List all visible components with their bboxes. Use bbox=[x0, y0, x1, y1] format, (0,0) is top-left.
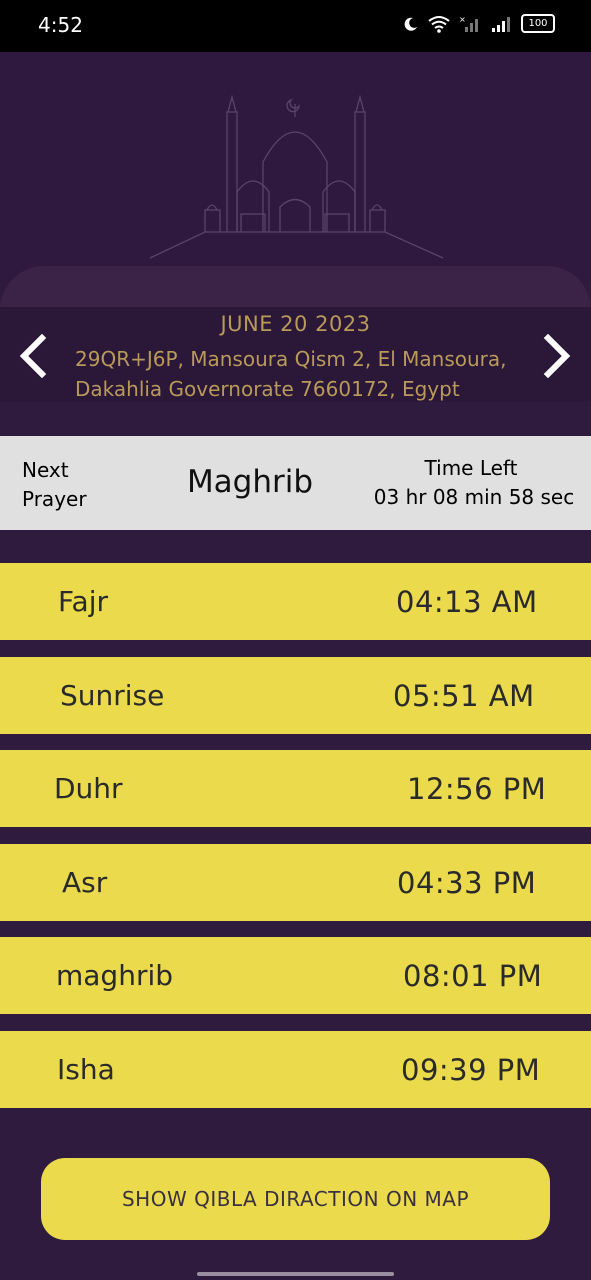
prayer-name: Duhr bbox=[54, 772, 123, 805]
prayer-time: 08:01 PM bbox=[403, 959, 543, 993]
chevron-left-icon bbox=[19, 334, 47, 378]
prayer-name: Asr bbox=[62, 866, 108, 899]
moon-icon bbox=[404, 17, 417, 31]
next-day-button[interactable] bbox=[538, 334, 578, 378]
prayer-time: 04:13 AM bbox=[396, 585, 538, 619]
prayer-name: Isha bbox=[57, 1053, 115, 1086]
time-left-value: 03 hr 08 min 58 sec bbox=[373, 485, 575, 509]
prayer-name: maghrib bbox=[56, 959, 174, 992]
signal-icon bbox=[492, 16, 510, 32]
mosque-illustration-icon bbox=[149, 94, 444, 259]
svg-text:×: × bbox=[459, 15, 466, 24]
prayer-name: Sunrise bbox=[60, 679, 165, 712]
prayer-row-sunrise: Sunrise 05:51 AM bbox=[0, 657, 591, 734]
prayer-row-isha: Isha 09:39 PM bbox=[0, 1031, 591, 1108]
location-address: 29QR+J6P, Mansoura Qism 2, El Mansoura, … bbox=[75, 347, 507, 401]
show-qibla-button[interactable]: SHOW QIBLA DIRACTION ON MAP bbox=[41, 1158, 550, 1240]
date-label: JUNE 20 2023 bbox=[220, 312, 371, 336]
prayer-row-asr: Asr 04:33 PM bbox=[0, 844, 591, 921]
prayer-time: 12:56 PM bbox=[407, 772, 547, 806]
time-left-label: Time Left bbox=[424, 456, 518, 480]
signal-off-icon: × bbox=[459, 15, 478, 32]
status-bar: 4:52 × 100 bbox=[0, 0, 591, 52]
prayer-row-maghrib: maghrib 08:01 PM bbox=[0, 937, 591, 1014]
prayer-row-duhr: Duhr 12:56 PM bbox=[0, 750, 591, 827]
previous-day-button[interactable] bbox=[12, 334, 52, 378]
chevron-right-icon bbox=[543, 334, 571, 378]
status-time: 4:52 bbox=[38, 13, 83, 37]
wifi-icon bbox=[428, 15, 450, 33]
prayer-time: 09:39 PM bbox=[401, 1053, 541, 1087]
status-icons: × 100 bbox=[403, 14, 555, 33]
prayer-time: 04:33 PM bbox=[397, 866, 537, 900]
home-indicator[interactable] bbox=[197, 1272, 394, 1276]
prayer-row-fajr: Fajr 04:13 AM bbox=[0, 563, 591, 640]
battery-icon: 100 bbox=[521, 14, 555, 33]
prayer-name: Fajr bbox=[58, 585, 108, 618]
prayer-time: 05:51 AM bbox=[393, 679, 535, 713]
